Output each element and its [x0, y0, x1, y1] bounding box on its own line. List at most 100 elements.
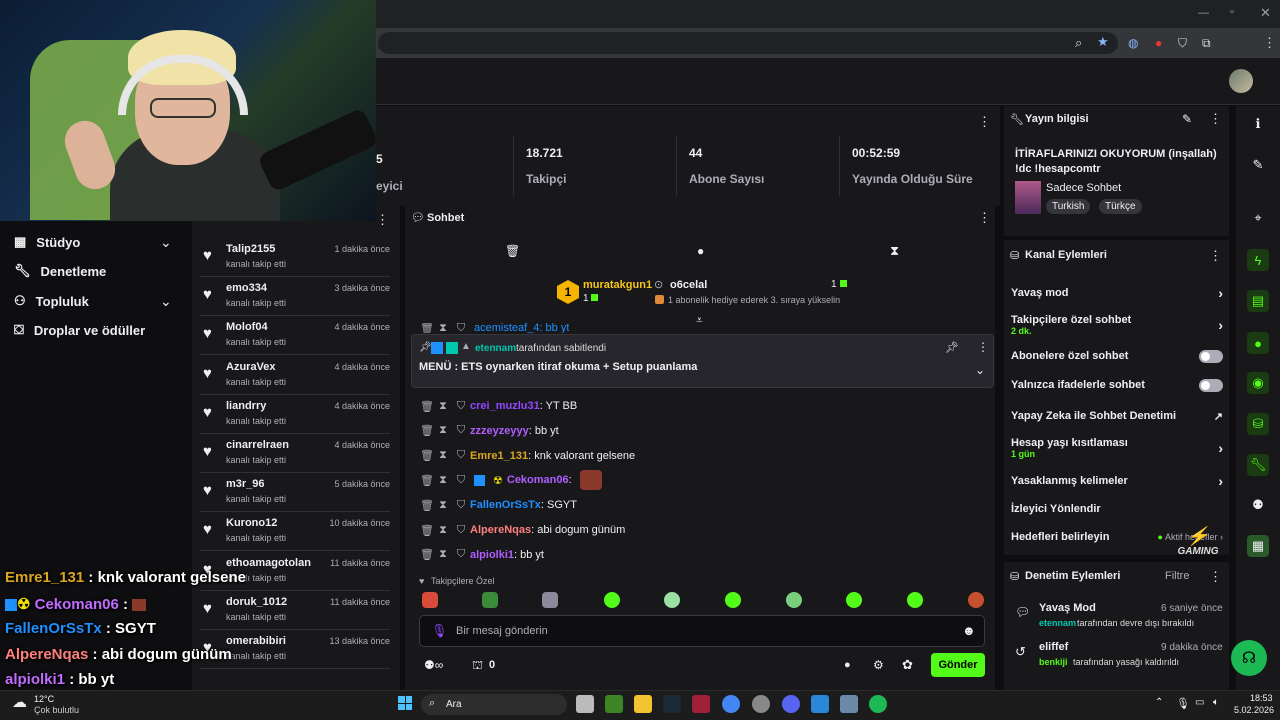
edit-icon[interactable]: ✎	[1182, 112, 1192, 126]
activity-item[interactable]: ♥ cinarrelraen kanalı takip etti 4 dakika ö…	[200, 434, 390, 473]
trash-icon[interactable]: 🗑︎	[420, 499, 434, 512]
zoom-icon[interactable]: ⌕	[1075, 35, 1082, 51]
trash-icon[interactable]: 🗑︎	[420, 474, 434, 487]
tag-chip[interactable]: Turkish	[1046, 199, 1091, 214]
filter-button[interactable]: Filtre	[1165, 570, 1189, 582]
chat-username[interactable]: crei_muzlu31	[470, 400, 540, 412]
activity-item[interactable]: ♥ Talip2155 kanalı takip etti 1 dakika önce	[200, 238, 390, 277]
windows-start-icon[interactable]	[398, 696, 412, 710]
users-icon[interactable]: ⚉	[1247, 494, 1269, 516]
emote[interactable]	[846, 592, 862, 608]
channel-action-item[interactable]: Yapay Zeka ile Sohbet Denetimi ↗	[1011, 405, 1223, 427]
hourglass-icon[interactable]: ⧗	[438, 499, 448, 512]
lightning-icon[interactable]: ϟ	[1247, 249, 1269, 271]
sidebar-item-moderation[interactable]: 🔧︎ Denetleme	[14, 261, 106, 281]
sidebar-item-community[interactable]: ⚇ Topluluk	[14, 291, 89, 311]
menu-dots-icon[interactable]: ⋮	[1263, 35, 1276, 51]
extension-icon[interactable]: ◍	[1128, 36, 1138, 50]
activity-user[interactable]: m3r_96	[226, 478, 265, 490]
activity-user[interactable]: ethoamagotolan	[226, 557, 311, 569]
emote[interactable]	[786, 592, 802, 608]
category-thumbnail[interactable]	[1015, 181, 1041, 214]
emoji-icon[interactable]: ☻	[962, 623, 976, 638]
speaker-icon[interactable]: 🔈︎	[1213, 697, 1219, 708]
toggle-switch[interactable]	[1199, 378, 1223, 392]
shield-icon[interactable]: ⛉	[1178, 36, 1187, 51]
send-button[interactable]: Gönder	[931, 653, 985, 677]
focus-icon[interactable]: ⌖	[1247, 207, 1269, 229]
activity-item[interactable]: ♥ doruk_1012 kanalı takip etti 11 dakika ön…	[200, 591, 390, 630]
info-icon[interactable]: ℹ	[1247, 113, 1269, 135]
display-icon[interactable]: ▭	[1195, 697, 1204, 708]
chat-username[interactable]: Cekoman06	[507, 474, 569, 486]
maximize-icon[interactable]: ▫	[1230, 6, 1234, 18]
steam-icon[interactable]	[663, 695, 681, 713]
spotify-icon[interactable]	[869, 695, 887, 713]
activity-item[interactable]: ♥ emo334 kanalı takip etti 3 dakika önce	[200, 277, 390, 317]
trash-icon[interactable]: 🗑︎	[420, 548, 434, 561]
trash-icon[interactable]: 🗑︎	[505, 244, 520, 258]
activity-user[interactable]: doruk_1012	[226, 596, 287, 608]
unpin-icon[interactable]: 📌︎	[945, 341, 959, 354]
emote[interactable]	[604, 592, 620, 608]
document-icon[interactable]: ▤	[1247, 290, 1269, 312]
category-name[interactable]: Sadece Sohbet	[1046, 182, 1121, 194]
folder-icon[interactable]	[634, 695, 652, 713]
gear-icon[interactable]: ⚙	[873, 658, 884, 672]
emote[interactable]	[422, 592, 438, 608]
avatar[interactable]	[1229, 69, 1253, 93]
more-options-icon[interactable]: ⋮	[376, 212, 389, 228]
chat-input-placeholder[interactable]: Bir mesaj gönderin	[456, 625, 548, 637]
discord-icon[interactable]	[782, 695, 800, 713]
chat-username[interactable]: alpiolki1	[470, 549, 514, 561]
chat-bubble-icon[interactable]: ●	[697, 244, 704, 258]
chat-username[interactable]: AlpereNqas	[470, 524, 531, 536]
users-icon[interactable]: ⚉∞	[424, 658, 443, 672]
more-options-icon[interactable]: ⋮	[978, 210, 991, 226]
minecraft-icon[interactable]	[605, 695, 623, 713]
more-options-icon[interactable]: ⋮	[978, 114, 991, 130]
chat-username[interactable]: zzzeyzeyyy	[470, 425, 529, 437]
more-options-icon[interactable]: ⋮	[977, 340, 989, 354]
trash-icon[interactable]: 🗑︎	[420, 524, 434, 537]
chrome-icon[interactable]	[722, 695, 740, 713]
tag-chip[interactable]: Türkçe	[1099, 199, 1142, 214]
more-options-icon[interactable]: ⋮	[1209, 111, 1222, 127]
emote[interactable]	[725, 592, 741, 608]
headset-icon[interactable]: ☊	[1231, 640, 1267, 676]
taskbar-search[interactable]: ⌕ Ara	[421, 694, 567, 715]
microphone-icon[interactable]: 🎙︎	[1176, 697, 1190, 710]
trash-icon[interactable]: 🗑︎	[420, 323, 434, 333]
chat-username[interactable]: Emre1_131	[470, 450, 528, 462]
emote[interactable]	[968, 592, 984, 608]
app-icon[interactable]	[840, 695, 858, 713]
channel-action-item[interactable]: Yalnızca ifadelerle sohbet	[1011, 374, 1223, 396]
channel-action-item[interactable]: Yavaş mod ›	[1011, 282, 1223, 304]
weather-icon[interactable]: ☁	[12, 693, 27, 711]
channel-action-item[interactable]: Takipçilere özel sohbet 2 dk. ›	[1011, 314, 1223, 336]
channel-action-item[interactable]: Hesap yaşı kısıtlaması 1 gün ›	[1011, 437, 1223, 459]
close-icon[interactable]: ✕	[1260, 5, 1271, 21]
puzzle-icon[interactable]: ✿	[902, 657, 913, 673]
hourglass-icon[interactable]: ⧗	[438, 424, 448, 437]
hourglass-icon[interactable]: ⧗	[438, 524, 448, 537]
activity-item[interactable]: ♥ AzuraVex kanalı takip etti 4 dakika önce	[200, 356, 390, 395]
scroll-down-icon[interactable]: ⩡	[696, 313, 703, 328]
emote[interactable]	[482, 592, 498, 608]
chat-input-box[interactable]: 🎙︎ Bir mesaj gönderin ☻	[419, 615, 985, 647]
activity-item[interactable]: ♥ m3r_96 kanalı takip etti 5 dakika önce	[200, 473, 390, 513]
puzzle-icon[interactable]: ⧉	[1202, 36, 1211, 51]
trash-icon[interactable]: 🗑︎	[420, 424, 434, 437]
hourglass-icon[interactable]: ⧗	[438, 400, 448, 413]
minimize-icon[interactable]: —	[1198, 7, 1209, 19]
emote[interactable]	[907, 592, 923, 608]
bookmark-star-icon[interactable]: ★	[1097, 34, 1109, 50]
activity-user[interactable]: cinarrelraen	[226, 439, 289, 451]
store-icon[interactable]: ⛫	[472, 658, 483, 674]
activity-item[interactable]: ♥ Molof04 kanalı takip etti 4 dakika önce	[200, 316, 390, 356]
activity-user[interactable]: Kurono12	[226, 517, 277, 529]
chevron-down-icon[interactable]: ⌄	[160, 234, 172, 251]
game-icon[interactable]: ▦	[1247, 535, 1269, 557]
edit-icon[interactable]: ✎	[1247, 154, 1269, 176]
hourglass-icon[interactable]: ⧗	[890, 243, 899, 259]
